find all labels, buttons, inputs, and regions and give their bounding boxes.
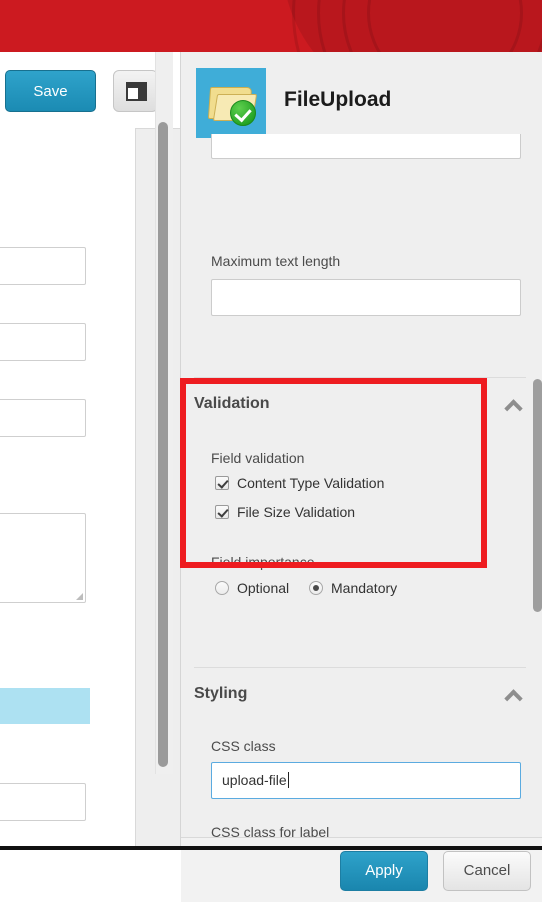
designer-form-preview — [0, 128, 136, 850]
preview-input-field[interactable] — [0, 247, 86, 285]
green-check-icon — [230, 100, 256, 126]
chevron-up-icon[interactable] — [505, 397, 521, 413]
top-cutoff-input[interactable] — [211, 134, 521, 159]
preview-selected-field[interactable] — [0, 688, 90, 724]
text-caret — [287, 772, 289, 788]
window-bottom-edge — [0, 846, 542, 850]
preview-textarea-field[interactable] — [0, 513, 86, 603]
field-importance-label: Field importance — [211, 554, 315, 570]
css-class-label: CSS class — [211, 738, 276, 754]
css-class-for-label-label: CSS class for label — [211, 824, 330, 837]
radio-icon[interactable] — [309, 581, 323, 595]
properties-header: FileUpload — [181, 52, 542, 138]
checkbox-icon[interactable] — [215, 476, 229, 490]
designer-scrollbar-thumb[interactable] — [158, 122, 168, 767]
properties-body: Maximum text length Validation Field val… — [181, 134, 542, 837]
banner-arc — [367, 0, 523, 52]
preview-input-field[interactable] — [0, 323, 86, 361]
preview-input-field[interactable] — [0, 399, 86, 437]
max-text-length-input[interactable] — [211, 279, 521, 316]
apply-button[interactable]: Apply — [340, 851, 428, 891]
designer-toolbar: Save — [0, 52, 180, 129]
properties-title: FileUpload — [284, 88, 392, 111]
form-designer-area: Save — [0, 52, 180, 850]
checkbox-label: File Size Validation — [237, 504, 356, 520]
app-banner — [0, 0, 542, 52]
radio-label: Optional — [237, 580, 290, 596]
properties-panel: FileUpload Maximum text length Validatio… — [180, 52, 542, 902]
save-button[interactable]: Save — [5, 70, 96, 112]
validation-section-title: Validation — [194, 395, 270, 412]
checkbox-label: Content Type Validation — [237, 475, 385, 491]
chevron-up-icon[interactable] — [505, 687, 521, 703]
section-divider — [194, 667, 526, 668]
styling-section-title: Styling — [194, 685, 248, 702]
max-text-length-label: Maximum text length — [211, 253, 341, 269]
banner-decoration-arcs — [282, 0, 542, 52]
panel-toggle-button[interactable] — [113, 70, 158, 112]
radio-label: Mandatory — [331, 580, 398, 596]
radio-icon[interactable] — [215, 581, 229, 595]
file-upload-folder-check-icon — [196, 68, 266, 138]
css-class-input[interactable]: upload-file — [211, 762, 521, 799]
cancel-button[interactable]: Cancel — [443, 851, 531, 891]
properties-scrollbar-thumb[interactable] — [533, 379, 542, 612]
field-validation-label: Field validation — [211, 450, 305, 466]
preview-input-field[interactable] — [0, 783, 86, 821]
css-class-value: upload-file — [222, 772, 287, 788]
layout-panel-icon — [126, 82, 147, 101]
section-divider — [194, 377, 526, 378]
checkbox-icon[interactable] — [215, 505, 229, 519]
